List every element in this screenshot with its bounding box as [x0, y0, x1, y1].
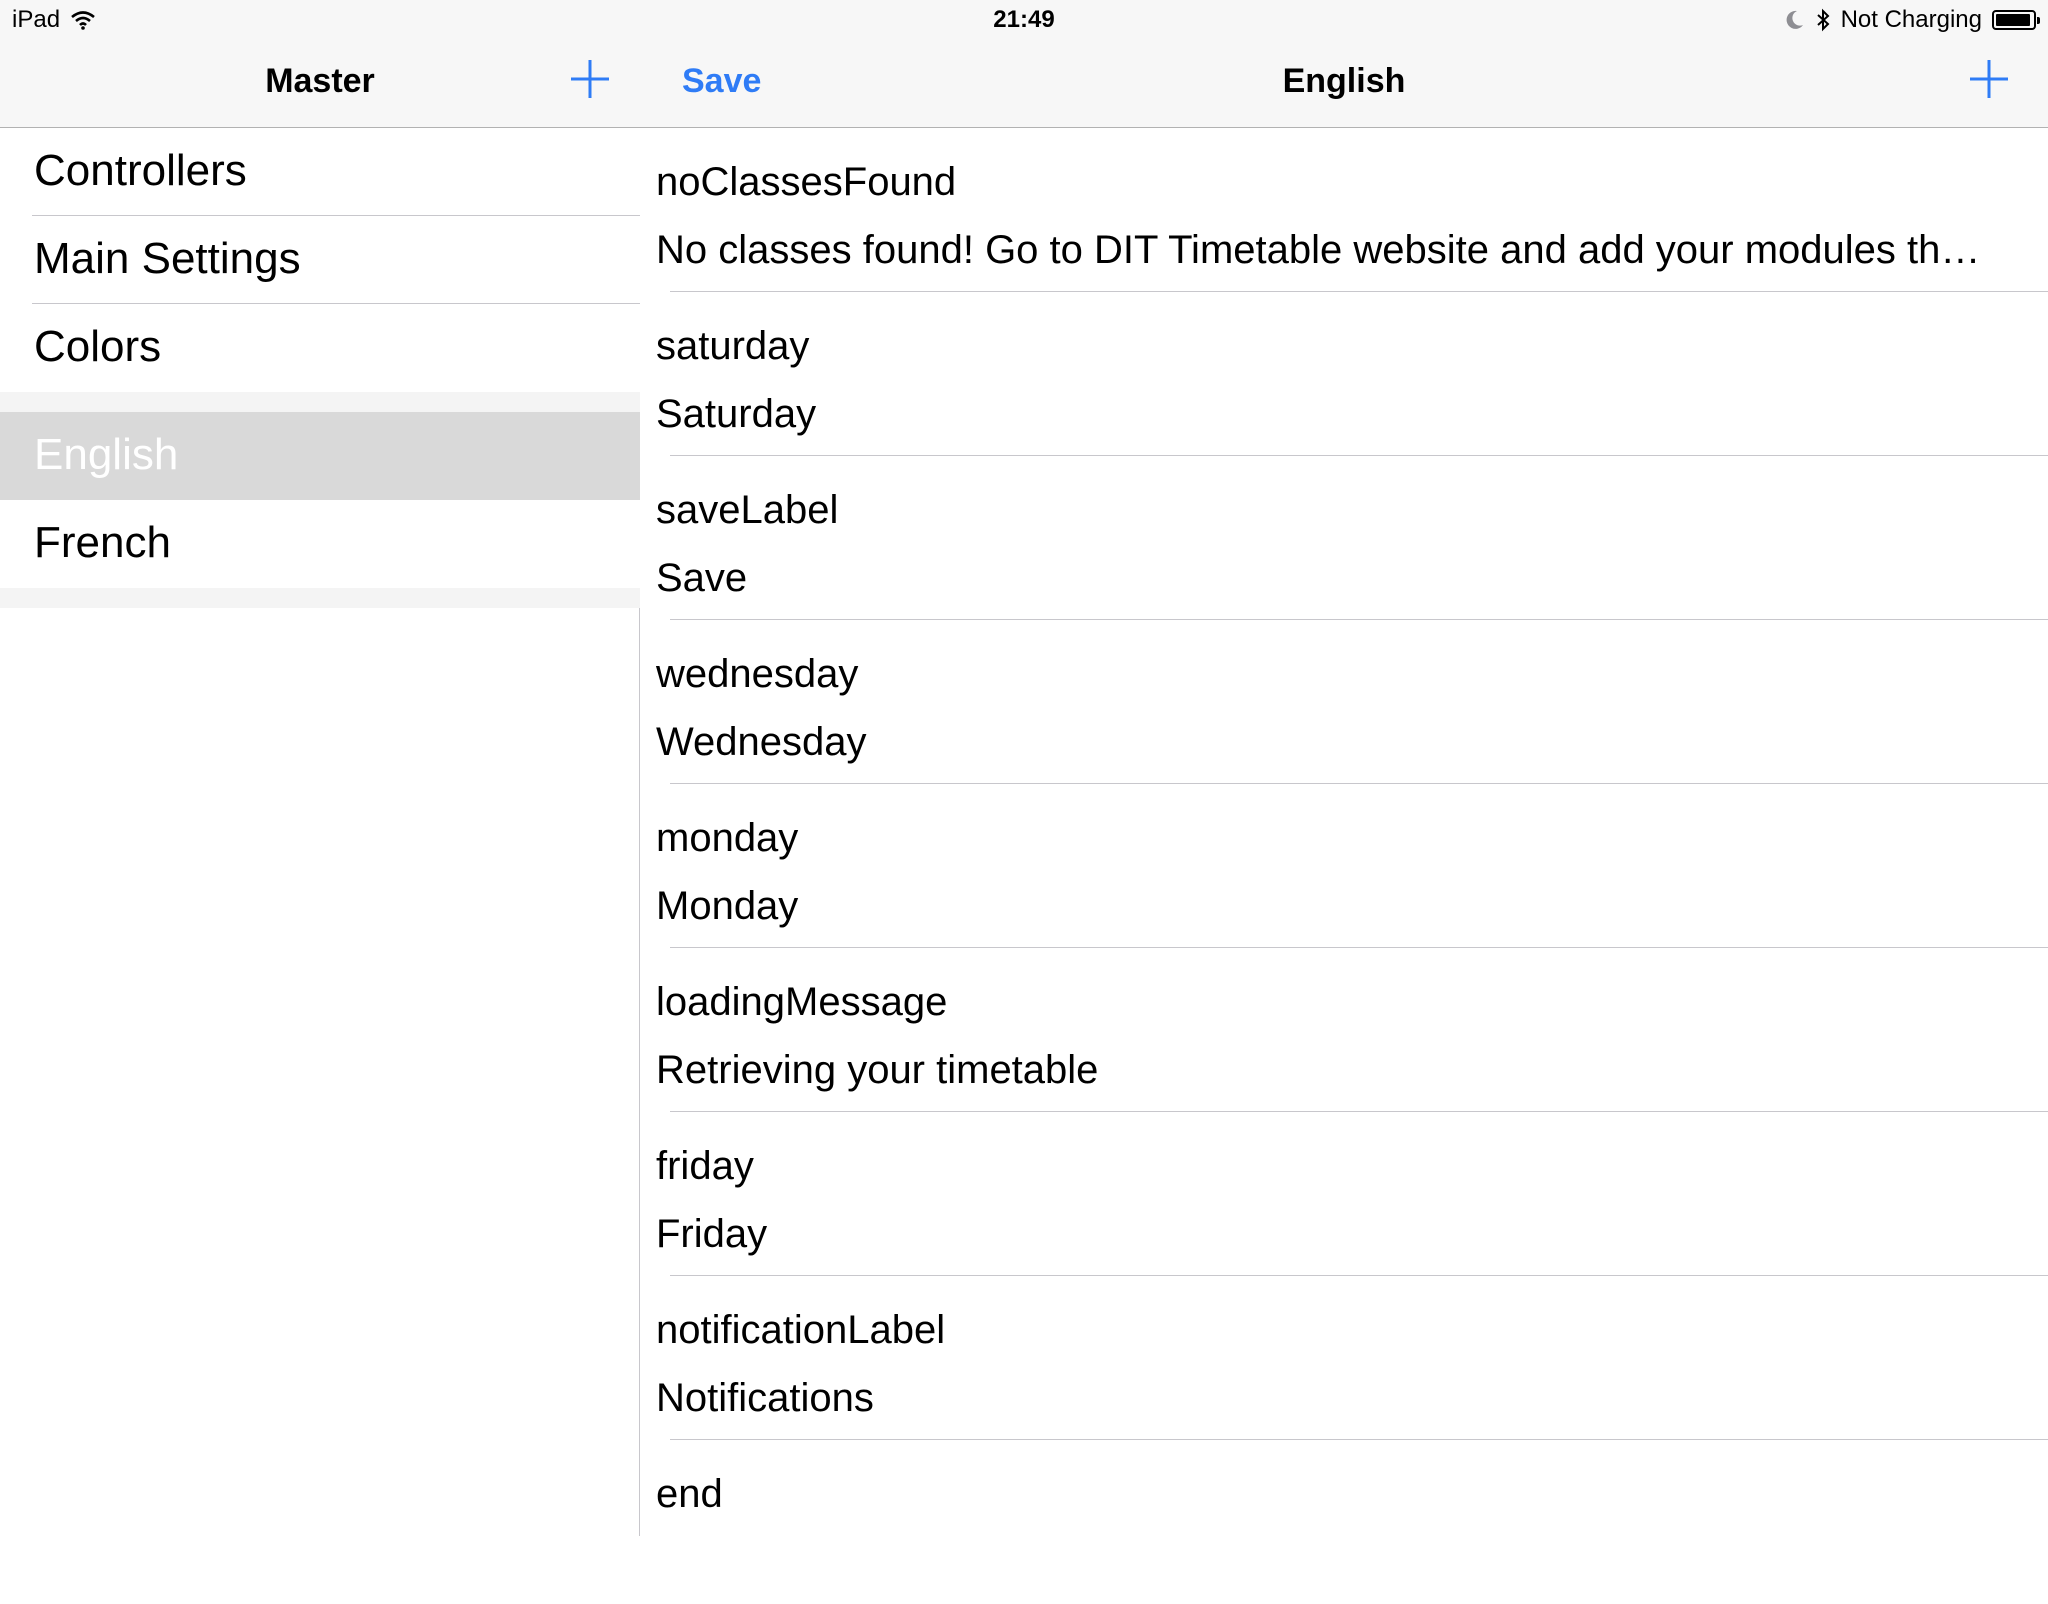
master-add-button[interactable]	[567, 56, 613, 102]
detail-add-button[interactable]	[1966, 56, 2012, 102]
translation-key: notificationLabel	[656, 1308, 946, 1352]
master-item-colors[interactable]: Colors	[0, 304, 640, 392]
translation-key: loadingMessage	[656, 980, 948, 1024]
translation-list: noClassesFound No classes found! Go to D…	[640, 128, 2048, 1604]
translation-key: saveLabel	[656, 488, 839, 532]
master-item-label: French	[34, 518, 171, 567]
master-item-label: Controllers	[34, 146, 247, 195]
translation-row[interactable]: wednesday Wednesday	[640, 620, 2048, 784]
translation-row[interactable]: friday Friday	[640, 1112, 2048, 1276]
translation-value[interactable]: No classes found! Go to DIT Timetable we…	[656, 228, 2036, 273]
translation-value[interactable]: Save	[656, 556, 2036, 601]
translation-key: noClassesFound	[656, 160, 957, 204]
master-pane: Master Controllers Main Settings Colors …	[0, 0, 640, 1536]
master-item-controllers[interactable]: Controllers	[0, 128, 640, 216]
translation-key: end	[656, 1472, 723, 1516]
status-time: 21:49	[993, 6, 1055, 33]
master-title: Master	[265, 62, 375, 100]
master-item-french[interactable]: French	[0, 500, 640, 588]
detail-pane: Save English noClassesFound No classes f…	[640, 0, 2048, 1536]
translation-key: friday	[656, 1144, 754, 1188]
master-item-label: English	[34, 430, 179, 479]
translation-key: wednesday	[656, 652, 859, 696]
section-gap	[0, 588, 640, 608]
status-bar: iPad 21:49 Not Charging	[0, 0, 2048, 40]
master-item-label: Colors	[34, 322, 162, 371]
master-item-label: Main Settings	[34, 234, 301, 283]
plus-icon	[1970, 60, 2008, 98]
section-gap	[0, 392, 640, 412]
translation-value[interactable]: Notifications	[656, 1376, 2036, 1421]
master-item-main-settings[interactable]: Main Settings	[0, 216, 640, 304]
charging-status: Not Charging	[1840, 6, 1982, 33]
detail-title: English	[1282, 62, 1406, 100]
plus-icon	[571, 60, 609, 98]
translation-key: saturday	[656, 324, 810, 368]
battery-icon	[1992, 10, 2040, 30]
translation-value[interactable]: Monday	[656, 884, 2036, 929]
translation-row[interactable]: notificationLabel Notifications	[640, 1276, 2048, 1440]
battery-level-fill	[1996, 14, 2031, 26]
translation-value[interactable]: Wednesday	[656, 720, 2036, 765]
master-list: Controllers Main Settings Colors English…	[0, 128, 640, 608]
translation-row[interactable]: saveLabel Save	[640, 456, 2048, 620]
master-item-english[interactable]: English	[0, 412, 640, 500]
bluetooth-icon	[1816, 8, 1830, 32]
translation-value[interactable]: Retrieving your timetable	[656, 1048, 2036, 1093]
translation-key: monday	[656, 816, 799, 860]
translation-row[interactable]: monday Monday	[640, 784, 2048, 948]
moon-icon	[1786, 10, 1803, 29]
translation-row[interactable]: loadingMessage Retrieving your timetable	[640, 948, 2048, 1112]
translation-value[interactable]: Saturday	[656, 392, 2036, 437]
translation-row[interactable]: end	[640, 1440, 2048, 1604]
translation-row[interactable]: noClassesFound No classes found! Go to D…	[640, 128, 2048, 292]
translation-row[interactable]: saturday Saturday	[640, 292, 2048, 456]
translation-value[interactable]: Friday	[656, 1212, 2036, 1257]
